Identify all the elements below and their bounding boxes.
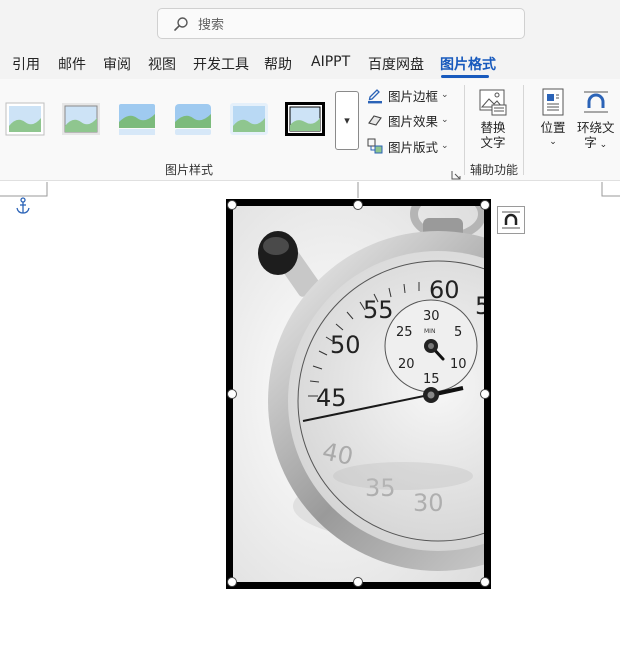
sub-dial-number: 30 <box>423 309 440 324</box>
dial-number: 30 <box>413 489 444 517</box>
group-divider <box>523 85 524 175</box>
styles-gallery-more-button[interactable]: ▾ <box>335 91 359 150</box>
margin-crop-mark-right <box>601 182 620 197</box>
anchor-icon[interactable] <box>15 197 31 215</box>
picture-style-reflected-bevel[interactable] <box>173 102 213 136</box>
layout-options-button[interactable] <box>497 206 525 234</box>
layout-icon <box>366 137 384 155</box>
sub-dial-number: 5 <box>454 325 462 340</box>
sub-dial-number: 20 <box>398 357 415 372</box>
chevron-down-icon: ⌄ <box>441 90 449 100</box>
search-placeholder[interactable]: 搜索 <box>198 14 224 33</box>
chevron-down-icon: ⌄ <box>549 137 557 147</box>
position-icon <box>538 87 568 117</box>
chevron-down-icon: ⌄ <box>596 140 608 150</box>
selected-picture[interactable]: 60 55 50 45 40 35 30 5 30 25 20 15 10 5 … <box>226 199 491 589</box>
resize-handle-bottom-right[interactable] <box>480 577 490 587</box>
dial-number: 45 <box>316 384 347 412</box>
resize-handle-top-left[interactable] <box>227 200 237 210</box>
dial-number: 55 <box>363 296 394 324</box>
chevron-down-icon: ⌄ <box>441 115 449 125</box>
dial-number: 5 <box>475 292 484 320</box>
group-divider <box>464 85 465 175</box>
tab-developer[interactable]: 开发工具 <box>193 54 249 74</box>
resize-handle-top-right[interactable] <box>480 200 490 210</box>
picture-styles-group-label: 图片样式 <box>165 163 214 177</box>
dial-number: 50 <box>330 331 361 359</box>
alt-text-button[interactable]: 替换 文字 <box>478 87 508 150</box>
sub-dial-number: 10 <box>450 357 467 372</box>
active-tab-indicator <box>441 75 489 78</box>
stopwatch-image: 60 55 50 45 40 35 30 5 30 25 20 15 10 5 … <box>233 206 484 582</box>
tab-help[interactable]: 帮助 <box>264 54 292 74</box>
sub-dial-number: 25 <box>396 325 413 340</box>
tab-review[interactable]: 审阅 <box>103 54 131 74</box>
picture-layout-button[interactable]: 图片版式 ⌄ <box>366 135 449 157</box>
wrap-text-icon <box>502 211 520 229</box>
wrap-text-icon <box>581 87 611 117</box>
resize-handle-top[interactable] <box>353 200 363 210</box>
picture-style-soft-edge[interactable] <box>61 102 101 136</box>
ribbon-tabs: 引用 邮件 审阅 视图 开发工具 帮助 AIPPT 百度网盘 图片格式 <box>0 47 620 79</box>
search-icon <box>172 15 190 33</box>
picture-style-reflected[interactable] <box>117 102 157 136</box>
tab-references[interactable]: 引用 <box>12 54 40 74</box>
effects-icon <box>366 111 384 129</box>
margin-crop-mark-left <box>0 182 48 197</box>
title-bar: 搜索 <box>0 0 620 47</box>
dialog-launcher-icon[interactable] <box>451 165 461 180</box>
picture-style-simple-frame[interactable] <box>5 102 45 136</box>
search-box[interactable]: 搜索 <box>157 8 525 39</box>
sub-dial-unit: MIN <box>424 328 435 335</box>
picture-style-soft-glow[interactable] <box>229 102 269 136</box>
picture-style-thick-black-frame[interactable] <box>285 102 325 136</box>
picture-border-button[interactable]: 图片边框 ⌄ <box>366 84 449 106</box>
margin-crop-mark-center <box>357 182 359 198</box>
sub-dial-number: 15 <box>423 372 440 387</box>
tab-aippt[interactable]: AIPPT <box>311 54 350 70</box>
position-button[interactable]: 位置 ⌄ <box>538 87 568 150</box>
tab-baidu-netdisk[interactable]: 百度网盘 <box>368 54 424 74</box>
resize-handle-right[interactable] <box>480 389 490 399</box>
chevron-down-icon: ⌄ <box>441 141 449 151</box>
wrap-text-button[interactable]: 环绕文 字 ⌄ <box>577 87 615 153</box>
tab-view[interactable]: 视图 <box>148 54 176 74</box>
accessibility-group-label: 辅助功能 <box>470 163 519 177</box>
resize-handle-left[interactable] <box>227 389 237 399</box>
resize-handle-bottom-left[interactable] <box>227 577 237 587</box>
tab-mailings[interactable]: 邮件 <box>58 54 86 74</box>
pen-border-icon <box>366 86 384 104</box>
resize-handle-bottom[interactable] <box>353 577 363 587</box>
alt-text-icon <box>478 87 508 117</box>
chevron-down-icon: ▾ <box>344 114 350 127</box>
picture-effects-button[interactable]: 图片效果 ⌄ <box>366 109 449 131</box>
ribbon: ▾ 图片边框 ⌄ 图片效果 ⌄ 图片版式 ⌄ 图片样式 替换 文字 辅助功能 位… <box>0 79 620 181</box>
tab-picture-format[interactable]: 图片格式 <box>440 54 496 74</box>
